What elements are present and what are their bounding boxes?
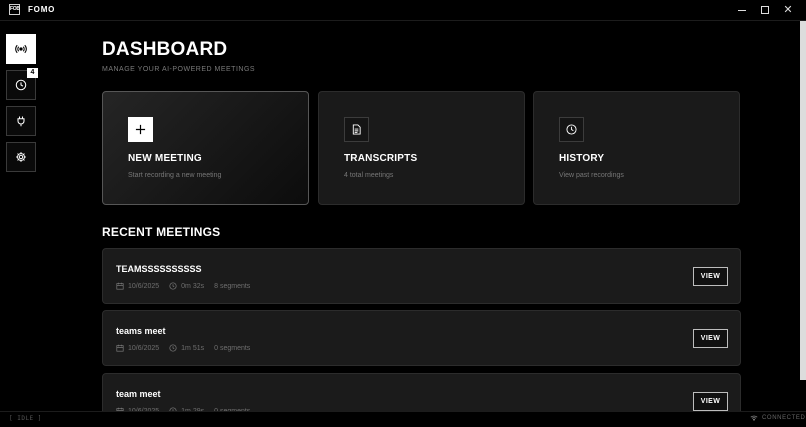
card-subtitle: View past recordings: [559, 172, 624, 179]
meeting-date: 10/6/2025: [128, 282, 160, 290]
transcripts-icon-box: [344, 117, 369, 142]
app-title: FOMO: [28, 5, 56, 14]
connection-status: CONNECTED: [750, 415, 805, 421]
transcripts-card[interactable]: TRANSCRIPTS 4 total meetings: [318, 91, 525, 205]
live-broadcast-icon: [15, 44, 27, 54]
meeting-date: 10/6/2025: [128, 344, 160, 352]
gear-icon: [16, 152, 26, 162]
scrollbar[interactable]: [800, 21, 806, 380]
minimize-button[interactable]: [732, 2, 752, 18]
status-bar: [0, 411, 806, 427]
new-meeting-card[interactable]: NEW MEETING Start recording a new meetin…: [102, 91, 309, 205]
view-button[interactable]: VIEW: [693, 329, 728, 348]
sidebar-item-integrations[interactable]: [6, 106, 36, 136]
card-title: NEW MEETING: [128, 153, 202, 164]
status-idle: [ IDLE ]: [9, 415, 42, 422]
close-icon: ✕: [783, 4, 793, 16]
card-subtitle: Start recording a new meeting: [128, 172, 222, 179]
document-icon: [352, 124, 361, 135]
app-logo: FOB: [9, 4, 20, 15]
meeting-title: team meet: [116, 389, 161, 399]
meeting-segments: 0 segments: [214, 344, 251, 352]
minimize-icon: [738, 10, 746, 11]
page-subtitle: MANAGE YOUR AI-POWERED MEETINGS: [102, 66, 256, 73]
new-meeting-icon-box: [128, 117, 153, 142]
clock-icon: [169, 344, 177, 352]
recent-meetings-title: RECENT MEETINGS: [102, 225, 221, 239]
meeting-meta: 10/6/2025 1m 51s 0 segments: [116, 344, 250, 352]
sidebar-item-live[interactable]: [6, 34, 36, 64]
card-title: TRANSCRIPTS: [344, 153, 418, 164]
close-button[interactable]: ✕: [778, 2, 798, 18]
card-subtitle: 4 total meetings: [344, 172, 394, 179]
card-title: HISTORY: [559, 153, 605, 164]
clock-icon: [169, 282, 177, 290]
clock-icon: [15, 79, 27, 91]
title-bar: FOB FOMO ✕: [0, 0, 806, 21]
history-card[interactable]: HISTORY View past recordings: [533, 91, 740, 205]
clock-icon: [566, 124, 577, 135]
plug-icon: [17, 116, 25, 127]
meeting-title: TEAMSSSSSSSSSS: [116, 264, 202, 274]
history-count-badge: 4: [27, 68, 38, 78]
calendar-icon: [116, 344, 124, 352]
maximize-icon: [761, 6, 769, 14]
meeting-meta: 10/6/2025 0m 32s 8 segments: [116, 282, 250, 290]
connection-status-label: CONNECTED: [762, 415, 806, 421]
page-title: DASHBOARD: [102, 39, 228, 60]
view-button[interactable]: VIEW: [693, 392, 728, 411]
meeting-segments: 8 segments: [214, 282, 251, 290]
meeting-duration: 1m 51s: [181, 344, 205, 352]
sidebar-item-settings[interactable]: [6, 142, 36, 172]
plus-icon: [135, 124, 146, 135]
maximize-button[interactable]: [755, 2, 775, 18]
view-button[interactable]: VIEW: [693, 267, 728, 286]
meeting-row: TEAMSSSSSSSSSS 10/6/2025 0m 32s 8 segmen…: [102, 248, 741, 304]
meeting-title: teams meet: [116, 326, 166, 336]
wifi-icon: [750, 415, 758, 421]
history-icon-box: [559, 117, 584, 142]
calendar-icon: [116, 282, 124, 290]
meeting-row: teams meet 10/6/2025 1m 51s 0 segments V…: [102, 310, 741, 366]
meeting-duration: 0m 32s: [181, 282, 205, 290]
